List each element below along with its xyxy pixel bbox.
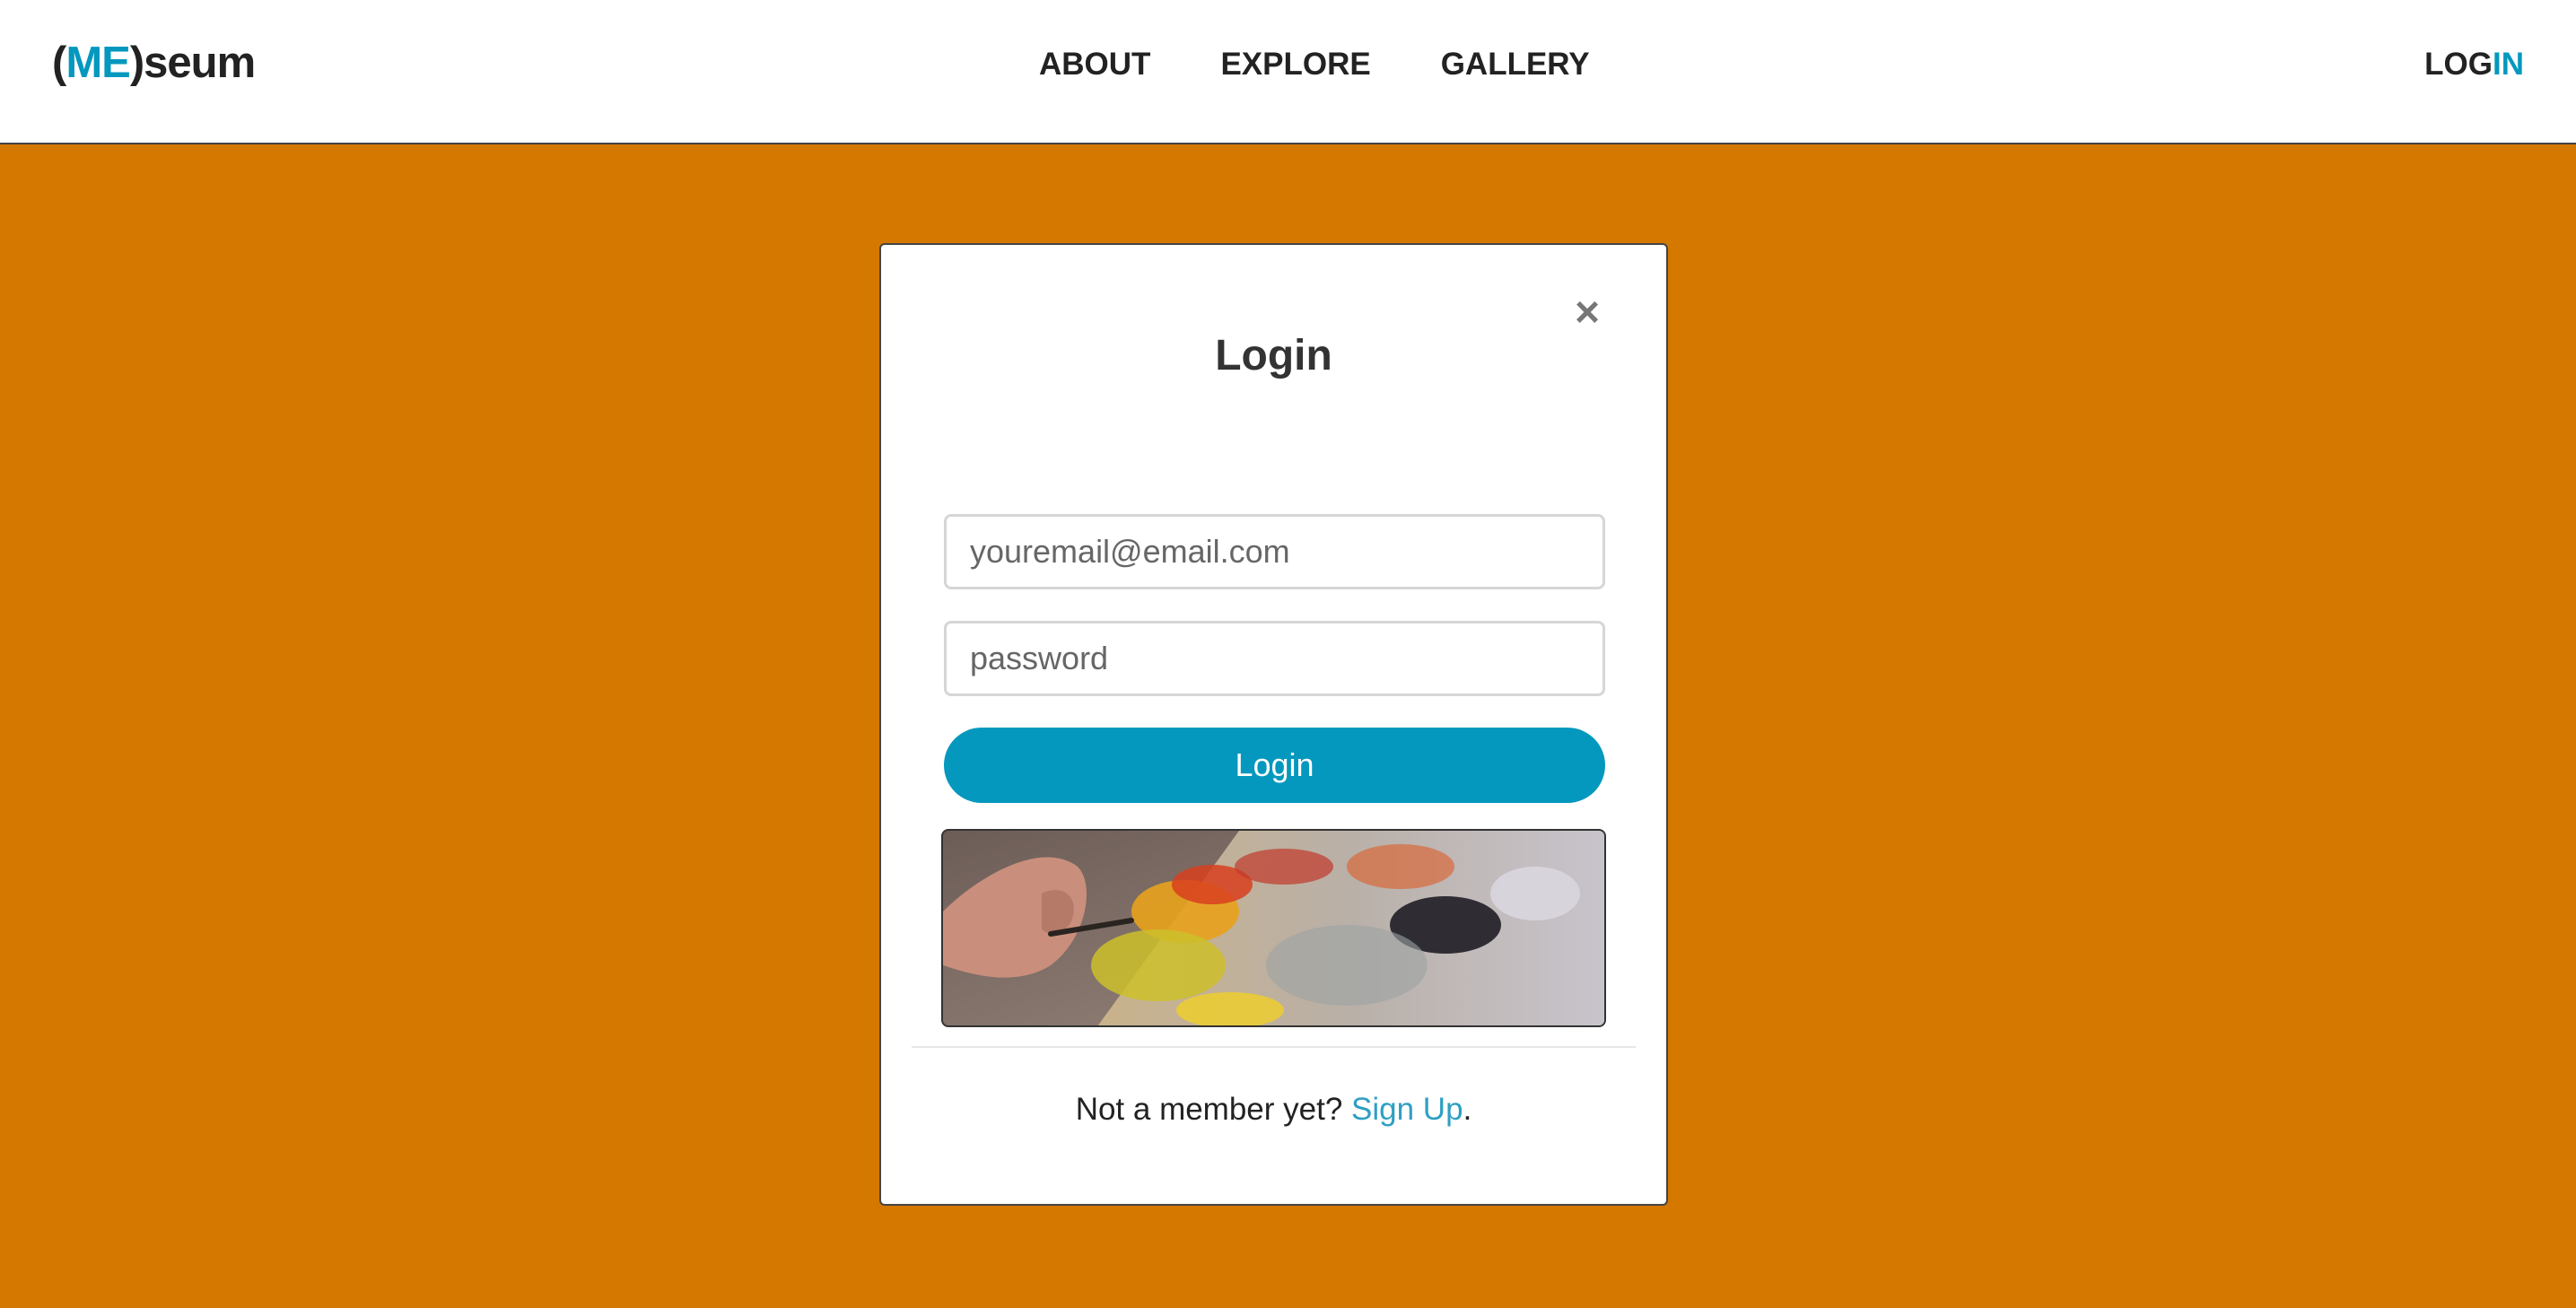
signup-suffix: . [1463, 1092, 1472, 1127]
nav-login-main: LOG [2424, 47, 2493, 82]
painting-palette-image [941, 829, 1606, 1027]
main-nav: ABOUT EXPLORE GALLERY [1039, 47, 1590, 83]
nav-login-link[interactable]: LOGIN [2424, 47, 2524, 83]
email-field[interactable] [944, 514, 1605, 589]
signup-prompt-text: Not a member yet? [1075, 1092, 1352, 1127]
brand-accent: ME [65, 39, 130, 87]
nav-login-accent: IN [2493, 47, 2524, 82]
painting-palette-illustration [943, 831, 1604, 1025]
close-icon[interactable]: × [1567, 292, 1607, 335]
login-submit-button[interactable]: Login [944, 728, 1605, 803]
login-modal: × Login Login [879, 243, 1668, 1206]
modal-divider [912, 1046, 1636, 1048]
signup-prompt: Not a member yet? Sign Up. [881, 1092, 1666, 1128]
nav-link-about[interactable]: ABOUT [1039, 47, 1150, 83]
top-navbar: (ME)seum ABOUT EXPLORE GALLERY LOGIN [0, 0, 2576, 144]
signup-link[interactable]: Sign Up [1351, 1092, 1463, 1127]
brand-logo[interactable]: (ME)seum [52, 38, 256, 88]
password-field[interactable] [944, 621, 1605, 696]
nav-link-explore[interactable]: EXPLORE [1220, 47, 1370, 83]
brand-rest: )seum [129, 39, 256, 87]
nav-link-gallery[interactable]: GALLERY [1441, 47, 1590, 83]
brand-open-paren: ( [52, 39, 66, 87]
modal-title: Login [1215, 332, 1332, 379]
